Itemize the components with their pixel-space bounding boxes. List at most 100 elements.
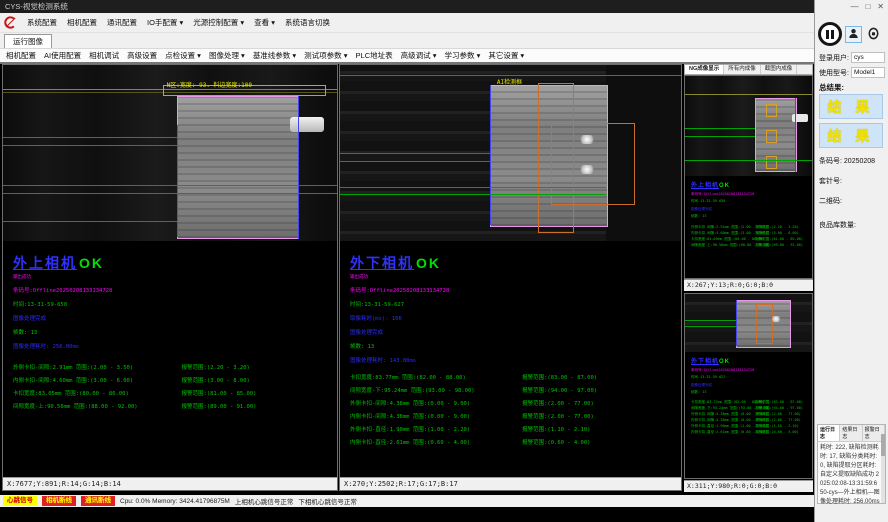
pause-icon bbox=[826, 30, 829, 39]
alarm-range: 报警范围:(94.00 - 97.00) bbox=[522, 386, 597, 399]
mini-image-upper[interactable] bbox=[685, 76, 812, 176]
lower-camera-status: 下相机心跳信号正常 bbox=[298, 496, 357, 506]
mini-view-column: NG成像显示 所有内成像 截图内成像 bbox=[684, 64, 813, 491]
edge-line-blue bbox=[298, 96, 299, 239]
measurement-line bbox=[340, 187, 606, 188]
menu-item-light-control[interactable]: 光源控制配置 ▾ bbox=[193, 17, 244, 28]
mini-coordinate-bar-lower: X:311;Y:980;R:0;G:0;B:0 bbox=[684, 480, 813, 492]
action-button-row bbox=[818, 22, 888, 46]
edge-line-blue bbox=[736, 300, 737, 346]
measurement-row: 间隙宽度-下:95.24mm 范围:(93.00 - 98.00)报警范围:(9… bbox=[350, 386, 681, 399]
alarm-range: 报警范围:(0.60 - 4.00) bbox=[755, 430, 799, 436]
tool-bar: 相机配置 AI使用配置 相机调试 高级设置 点检设置 ▾ 图像处理 ▾ 基准线参… bbox=[0, 48, 814, 64]
lock-icon bbox=[867, 27, 880, 42]
maximize-button[interactable]: □ bbox=[865, 2, 870, 11]
menu-item-view[interactable]: 查看 ▾ bbox=[254, 17, 275, 28]
measurement-line bbox=[3, 221, 177, 222]
tool-camera-debug[interactable]: 相机调试 bbox=[89, 50, 119, 61]
log-scrollbar-thumb[interactable] bbox=[881, 434, 885, 456]
mini-tab-capture-images[interactable]: 截图内成像 bbox=[761, 65, 798, 74]
highlight-spot bbox=[579, 135, 595, 144]
measurement-line bbox=[340, 161, 490, 162]
user-login-button[interactable] bbox=[845, 26, 862, 43]
part-region bbox=[177, 96, 299, 239]
pixel-coordinate-bar-upper: X:7677;Y:891;R:14;G:14;B:14 bbox=[3, 477, 337, 490]
tool-camera-config[interactable]: 相机配置 bbox=[6, 50, 36, 61]
result-overlay-lower: 外下相机OK 输出成功 条码号:Offline20250208133134728… bbox=[340, 241, 681, 478]
tool-image-process[interactable]: 图像处理 ▾ bbox=[209, 50, 245, 61]
mini-image-lower[interactable] bbox=[685, 294, 812, 352]
cpu-memory-status: Cpu: 0.0% Memory: 3424.41796875M bbox=[120, 498, 230, 505]
alarm-range: 报警范围:(1.10 - 2.10) bbox=[522, 425, 590, 438]
login-user-label: 登录用户: bbox=[819, 53, 849, 63]
camera-name: 外上相机 bbox=[13, 255, 77, 271]
app-logo-icon bbox=[3, 16, 17, 29]
close-button[interactable]: ✕ bbox=[877, 2, 884, 11]
pause-button[interactable] bbox=[818, 22, 842, 46]
camera-result-title: 外上相机OK bbox=[691, 180, 810, 189]
minimize-button[interactable]: — bbox=[850, 2, 858, 11]
camera-result-title: 外下相机OK bbox=[691, 356, 810, 365]
tool-advanced-settings[interactable]: 高级设置 bbox=[127, 50, 157, 61]
tool-ai-config[interactable]: AI使用配置 bbox=[44, 50, 81, 61]
measurement-list: 卡扣宽度:83.77mm 范围:(82.00 - 88.00)报警范围:(83.… bbox=[691, 400, 810, 436]
log-tab-result[interactable]: 结果日志 bbox=[840, 425, 862, 441]
log-scrollbar[interactable] bbox=[881, 434, 885, 503]
measure-value: 内侧卡扣-直径:2.61mm 范围:(0.60 - 4.00) bbox=[350, 438, 522, 451]
menu-item-io-config[interactable]: IO手配置 ▾ bbox=[147, 17, 183, 28]
mini-tab-ng-display[interactable]: NG成像显示 bbox=[685, 65, 724, 74]
menu-item-camera-config[interactable]: 相机配置 bbox=[67, 17, 97, 28]
elapsed-line: 图像处理耗时: 256.00ms bbox=[13, 342, 337, 350]
upper-camera-status: 上相机心跳信号正常 bbox=[235, 496, 294, 506]
tool-advanced-debug[interactable]: 高级调试 ▾ bbox=[401, 50, 437, 61]
measurement-row: 外侧卡扣-间隙:2.91mm 范围:(2.00 - 3.50)报警范围:(2.2… bbox=[13, 363, 337, 376]
frame-count-line: 帧数: 13 bbox=[691, 390, 810, 395]
tool-spot-check[interactable]: 点检设置 ▾ bbox=[165, 50, 201, 61]
highlight-spot bbox=[771, 316, 781, 322]
model-value[interactable]: Model1 bbox=[851, 67, 885, 78]
measurement-row: 外侧卡扣-直径:1.90mm 范围:(1.00 - 2.20)报警范围:(1.1… bbox=[350, 425, 681, 438]
tool-other-settings[interactable]: 其它设置 ▾ bbox=[488, 50, 524, 61]
measurement-line bbox=[685, 326, 736, 327]
mini-tab-all-images[interactable]: 所有内成像 bbox=[724, 65, 761, 74]
output-status: 输出成功 bbox=[13, 274, 337, 280]
measure-value: 间隙宽度-上:90.56mm 范围:(88.00 - 92.00) bbox=[691, 243, 755, 249]
log-text: 耗时: 222, 缺陷检测耗时: 17, 缺陷分类耗时: 0, 缺陷提取分区耗时… bbox=[818, 442, 885, 509]
camera-image-upper[interactable]: N区:宽度: 93. 料边宽度:100 bbox=[3, 65, 337, 241]
time-line: 时间:13-31-59-627 bbox=[350, 300, 681, 308]
highlight-spot bbox=[579, 165, 595, 174]
measurement-row: 卡扣宽度:83.77mm 范围:(82.00 - 88.00)报警范围:(83.… bbox=[350, 373, 681, 386]
connector-part bbox=[792, 114, 808, 122]
app-window: CYS-视觉检测系统 系统配置 相机配置 通讯配置 IO手配置 ▾ 光源控制配置… bbox=[0, 0, 888, 522]
camera-name: 外下相机 bbox=[691, 359, 719, 365]
lock-button[interactable] bbox=[865, 26, 882, 43]
measure-value: 间隙宽度-下:95.24mm 范围:(93.00 - 98.00) bbox=[350, 386, 522, 399]
tab-run-image[interactable]: 运行图像 bbox=[4, 34, 52, 48]
reference-line bbox=[685, 94, 812, 95]
measurement-row: 外侧卡扣-间隙:4.38mm 范围:(0.00 - 9.00)报警范围:(2.0… bbox=[350, 399, 681, 412]
menu-item-comm-config[interactable]: 通讯配置 bbox=[107, 17, 137, 28]
log-tab-run[interactable]: 运行日志 bbox=[818, 425, 840, 441]
grab-time-line: 取像耗时(ms): 166 bbox=[350, 314, 681, 322]
login-user-value[interactable]: cys bbox=[851, 52, 885, 63]
mini-result-overlay: 外下相机OK 条码号:Offline20250208133134728 时间:1… bbox=[691, 356, 810, 478]
measurement-line bbox=[340, 194, 606, 195]
camera-status-ok: OK bbox=[79, 255, 104, 271]
ai-detect-box bbox=[756, 304, 773, 344]
tool-baseline-params[interactable]: 基准线参数 ▾ bbox=[253, 50, 296, 61]
alarm-range: 报警范围:(83.00 - 87.00) bbox=[522, 373, 597, 386]
tool-learning-params[interactable]: 学习参数 ▾ bbox=[444, 50, 480, 61]
tool-plc-address[interactable]: PLC地址表 bbox=[356, 50, 393, 61]
alarm-range: 报警范围:(2.00 - 77.00) bbox=[522, 412, 594, 425]
qr-code-label: 二维码: bbox=[819, 196, 842, 206]
ai-detect-box bbox=[766, 104, 777, 117]
camera-image-lower[interactable]: AI检测框 bbox=[340, 65, 681, 241]
alarm-range: 报警范围:(3.00 - 8.00) bbox=[181, 376, 249, 389]
measurement-row: 内侧卡扣-直径:2.61mm 范围:(0.60 - 4.00)报警范围:(0.6… bbox=[350, 438, 681, 451]
measure-value: 内侧卡扣-间隙:4.60mm 范围:(3.00 - 6.00) bbox=[13, 376, 181, 389]
tool-test-params[interactable]: 测试项参数 ▾ bbox=[304, 50, 347, 61]
user-icon bbox=[847, 27, 860, 42]
measure-value: 外侧卡扣-直径:1.90mm 范围:(1.00 - 2.20) bbox=[350, 425, 522, 438]
menu-item-language-switch[interactable]: 系统语言切换 bbox=[285, 17, 330, 28]
menu-item-system-config[interactable]: 系统配置 bbox=[27, 17, 57, 28]
